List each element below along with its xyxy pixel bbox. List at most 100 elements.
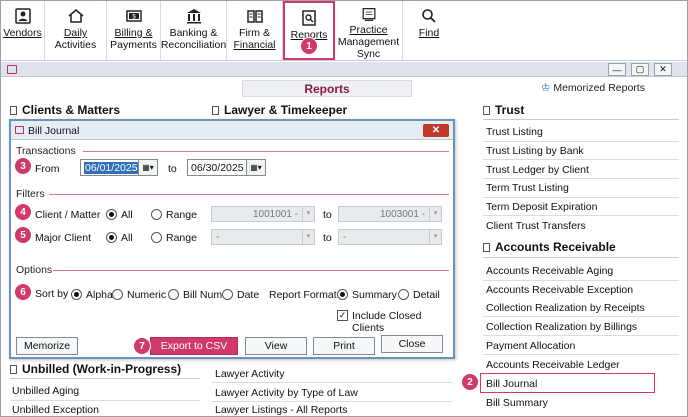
include-closed-label: Include Closed Clients [352,310,422,334]
major-client-to-combo[interactable]: - ▾ [338,229,442,245]
sync-icon [362,8,375,21]
unbilled-heading: Unbilled (Work-in-Progress) [10,362,181,376]
major-client-all-radio[interactable] [106,232,117,243]
trust-heading: Trust [483,103,524,117]
find-button[interactable]: Find [403,1,455,60]
all-label: All [121,209,133,221]
options-section-label: Options [16,264,53,276]
client-matter-range-radio[interactable] [151,209,162,220]
list-item[interactable]: Lawyer Activity by Type of Law [215,387,358,399]
memorize-button[interactable]: Memorize [16,337,78,355]
firm-label-1: Firm & [239,27,270,39]
list-item[interactable]: Accounts Receivable Exception [486,284,633,296]
find-label: Find [418,27,440,39]
date-label: Date [237,289,260,301]
to-date-input[interactable]: 06/30/2025 [187,159,248,176]
practice-management-sync-button[interactable]: Practice Management Sync [335,1,403,60]
document-icon [483,243,490,252]
list-item[interactable]: Lawyer Listings - All Reports [215,404,347,416]
divider [10,378,200,379]
daily-activities-button[interactable]: Daily Activities [45,1,107,60]
step-badge-3: 3 [14,157,32,175]
banking-label-2: Reconciliation [160,39,227,51]
reports-icon [302,10,316,26]
list-item[interactable]: Trust Ledger by Client [486,164,589,176]
minimize-button[interactable]: — [608,63,626,76]
list-item[interactable]: Bill Summary [486,397,548,409]
list-item[interactable]: Client Trust Transfers [486,220,586,232]
sort-billnum-radio[interactable] [168,289,179,300]
reports-title: Reports [242,80,412,97]
close-window-button[interactable]: ✕ [654,63,672,76]
range-label: Range [166,232,197,244]
from-date-input[interactable]: 06/01/2025 [80,159,141,176]
vendors-label: Vendors [3,27,42,39]
include-closed-checkbox[interactable]: ✓ [337,310,348,321]
divider [483,257,679,258]
list-item[interactable]: Collection Realization by Receipts [486,302,645,314]
close-button[interactable]: Close [381,335,443,353]
firm-label-2: Financial [233,39,276,51]
pms-label-3: Sync [356,48,381,60]
list-item[interactable]: Term Deposit Expiration [486,201,597,213]
billing-icon: $ [125,10,142,22]
sort-alpha-radio[interactable] [71,289,82,300]
detail-label: Detail [413,289,440,301]
bill-journal-dialog: Bill Journal ✕ Transactions From 06/01/2… [9,119,455,359]
dialog-title: Bill Journal [28,125,80,137]
list-item[interactable]: Term Trust Listing [486,182,569,194]
major-client-range-radio[interactable] [151,232,162,243]
list-item[interactable]: Accounts Receivable Aging [486,265,613,277]
vendors-icon [14,8,31,24]
format-detail-radio[interactable] [398,289,409,300]
major-client-label: Major Client [35,232,92,244]
view-button[interactable]: View [245,337,307,355]
to-calendar-button[interactable]: ▦▾ [246,159,266,176]
banking-reconciliation-button[interactable]: Banking & Reconciliation [161,1,227,60]
list-item[interactable]: Collection Realization by Billings [486,321,637,333]
restore-button[interactable]: ▢ [631,63,649,76]
list-item[interactable]: Trust Listing [486,126,543,138]
list-item[interactable]: Payment Allocation [486,340,575,352]
pms-label-1: Practice [349,24,388,36]
daily-label-2: Activities [54,39,97,51]
client-matter-all-radio[interactable] [106,209,117,220]
billing-label-1: Billing & [114,27,153,39]
book-icon [246,10,263,23]
report-format-label: Report Format [269,289,337,301]
export-csv-button[interactable]: Export to CSV [150,337,238,355]
client-matter-to-combo[interactable]: 1003001 - ▾ [338,206,442,222]
section-divider [83,151,449,152]
billing-payments-button[interactable]: $ Billing & Payments [107,1,161,60]
print-button[interactable]: Print [313,337,375,355]
memorized-reports-link[interactable]: ♔ Memorized Reports [541,82,645,94]
dialog-close-button[interactable]: ✕ [423,124,449,137]
reports-header: Reports ♔ Memorized Reports [1,78,687,98]
numeric-label: Numeric [127,289,167,301]
list-item[interactable]: Trust Listing by Bank [486,145,584,157]
list-item[interactable]: Accounts Receivable Ledger [486,359,620,371]
summary-label: Summary [352,289,397,301]
transactions-section-label: Transactions [16,145,76,157]
banking-label-1: Banking & [169,27,218,39]
document-icon [212,106,219,115]
alpha-label: Alpha [86,289,113,301]
list-item[interactable]: Unbilled Exception [12,404,99,416]
sort-date-radio[interactable] [222,289,233,300]
bill-journal-highlight [480,373,655,393]
step-badge-7: 7 [133,337,151,355]
format-summary-radio[interactable] [337,289,348,300]
vendors-button[interactable]: Vendors [1,1,45,60]
major-client-from-combo[interactable]: - ▾ [211,229,315,245]
sort-numeric-radio[interactable] [112,289,123,300]
list-item[interactable]: Lawyer Activity [215,368,284,380]
to-label: to [323,232,332,244]
firm-financial-button[interactable]: Firm & Financial [227,1,283,60]
list-item[interactable]: Unbilled Aging [12,385,79,397]
to-label: to [323,209,332,221]
client-matter-from-combo[interactable]: 1001001 - ▾ [211,206,315,222]
client-matter-label: Client / Matter [35,209,101,221]
step-badge-4: 4 [14,203,32,221]
from-calendar-button[interactable]: ▦▾ [138,159,158,176]
search-icon [422,9,436,23]
